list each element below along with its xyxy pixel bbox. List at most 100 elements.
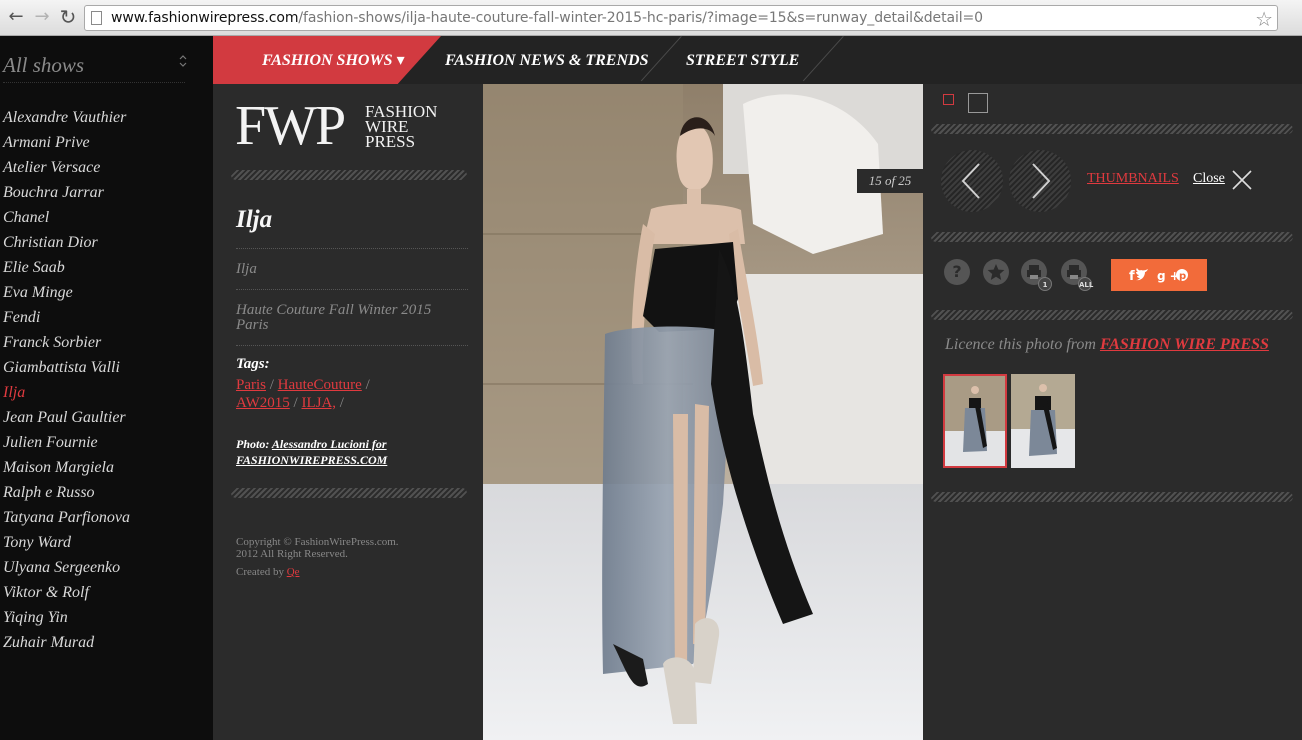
logo-line: PRESS	[365, 132, 416, 151]
url-path: /fashion-shows/ilja-haute-couture-fall-w…	[298, 10, 983, 26]
show-title: Ilja	[236, 206, 273, 233]
city-line: Paris	[236, 317, 269, 333]
select-arrows-icon	[179, 54, 187, 70]
designer-link[interactable]: Yiqing Yin	[3, 606, 130, 631]
tag-link[interactable]: ILJA,	[301, 395, 336, 411]
close-icon[interactable]	[1231, 169, 1253, 191]
created-by-label: Created by	[236, 566, 284, 578]
previous-image-button[interactable]	[941, 150, 1003, 212]
thumbnails-link[interactable]: THUMBNAILS	[1087, 171, 1179, 187]
designer-link[interactable]: Armani Prive	[3, 131, 130, 156]
shows-sidebar: All shows Alexandre Vauthier Armani Prive…	[0, 36, 213, 740]
print-all-badge: ALL	[1078, 277, 1093, 291]
tags-label: Tags:	[236, 356, 270, 372]
nav-fashion-shows[interactable]: FASHION SHOWS ▾	[262, 36, 405, 84]
designer-link[interactable]: Viktor & Rolf	[3, 581, 130, 606]
photographer-link[interactable]: Alessandro Lucioni for	[272, 437, 387, 451]
print-all-icon[interactable]: ALL	[1061, 259, 1093, 291]
thumbnail-image	[945, 376, 1005, 466]
browser-toolbar: ← → ↻ www.fashionwirepress.com/fashion-s…	[0, 0, 1302, 36]
designer-link[interactable]: Franck Sorbier	[3, 331, 130, 356]
season-line: Haute Couture Fall Winter 2015	[236, 302, 432, 318]
designer-link[interactable]: Tatyana Parfionova	[3, 506, 130, 531]
bookmark-star-icon[interactable]: ☆	[1255, 7, 1273, 31]
hatch-divider	[931, 124, 1293, 134]
thumbnail-image	[1011, 374, 1075, 468]
designer-link[interactable]: Fendi	[3, 306, 130, 331]
designer-link[interactable]: Maison Margiela	[3, 456, 130, 481]
dotted-divider	[236, 345, 468, 346]
designer-link[interactable]: Christian Dior	[3, 231, 130, 256]
designer-link[interactable]: Ilja	[3, 381, 130, 406]
nav-divider	[802, 36, 844, 82]
dotted-divider	[236, 289, 468, 290]
designer-link[interactable]: Tony Ward	[3, 531, 130, 556]
image-counter: 15 of 25	[857, 169, 923, 193]
nav-street-style[interactable]: STREET STYLE	[686, 36, 799, 84]
designer-link[interactable]: Atelier Versace	[3, 156, 130, 181]
large-view-toggle[interactable]	[968, 93, 988, 113]
logo-mark: FWP	[235, 95, 346, 157]
next-image-button[interactable]	[1009, 150, 1071, 212]
page-icon	[91, 11, 102, 25]
all-shows-select[interactable]: All shows	[3, 53, 187, 83]
social-share-button[interactable]: f g+ p	[1111, 259, 1207, 291]
back-button[interactable]: ←	[6, 7, 26, 27]
creator-link[interactable]: Qe	[287, 566, 300, 578]
favorite-star-icon[interactable]	[983, 259, 1009, 285]
designer-list: Alexandre Vauthier Armani Prive Atelier Ve…	[3, 106, 130, 656]
help-icon[interactable]: ?	[944, 259, 970, 285]
licence-label: Licence this photo from	[945, 336, 1096, 353]
tag-link[interactable]: AW2015	[236, 395, 290, 411]
designer-link[interactable]: Ralph e Russo	[3, 481, 130, 506]
created-by: Created by Qe	[236, 566, 300, 578]
designer-link[interactable]: Julien Fournie	[3, 431, 130, 456]
copyright-line: Copyright © FashionWirePress.com.	[236, 536, 399, 548]
photo-credit: Photo: Alessandro Lucioni for FASHIONWIR…	[236, 436, 471, 468]
copyright-line: 2012 All Right Reserved.	[236, 548, 348, 560]
designer-link[interactable]: Zuhair Murad	[3, 631, 130, 656]
designer-link[interactable]: Giambattista Valli	[3, 356, 130, 381]
logo-text: FASHION WIRE PRESS	[365, 103, 455, 151]
designer-link[interactable]: Elie Saab	[3, 256, 130, 281]
print-one-icon[interactable]: 1	[1021, 259, 1052, 291]
address-bar[interactable]: www.fashionwirepress.com/fashion-shows/i…	[84, 5, 1278, 31]
designer-name: Ilja	[236, 261, 257, 277]
designer-link[interactable]: Ulyana Sergeenko	[3, 556, 130, 581]
licence-link[interactable]: FASHION WIRE PRESS	[1100, 336, 1269, 353]
photographer-site-link[interactable]: FASHIONWIREPRESS.COM	[236, 453, 387, 467]
hatch-divider	[231, 488, 467, 498]
reload-button[interactable]: ↻	[58, 7, 78, 27]
designer-link[interactable]: Alexandre Vauthier	[3, 106, 130, 131]
dotted-divider	[236, 248, 468, 249]
url-text: www.fashionwirepress.com/fashion-shows/i…	[111, 10, 983, 26]
thumbnail-selected[interactable]	[943, 374, 1007, 468]
hatch-divider	[931, 232, 1293, 242]
tag-separator: /	[365, 377, 370, 393]
small-view-toggle[interactable]	[943, 94, 954, 105]
designer-link[interactable]: Jean Paul Gaultier	[3, 406, 130, 431]
forward-button[interactable]: →	[32, 7, 52, 27]
close-link[interactable]: Close	[1193, 171, 1225, 187]
copyright: Copyright © FashionWirePress.com. 2012 A…	[236, 536, 466, 560]
url-host: www.fashionwirepress.com	[111, 10, 299, 26]
tag-separator: /	[339, 395, 344, 411]
thumbnail[interactable]	[1011, 374, 1075, 468]
tag-list: Paris / HauteCouture / AW2015 / ILJA, /	[236, 376, 471, 412]
hatch-divider	[231, 170, 467, 180]
designer-link[interactable]: Chanel	[3, 206, 130, 231]
designer-link[interactable]: Eva Minge	[3, 281, 130, 306]
designer-link[interactable]: Bouchra Jarrar	[3, 181, 130, 206]
hatch-divider	[931, 492, 1293, 502]
fwp-logo[interactable]: FWP FASHION WIRE PRESS	[235, 95, 437, 157]
print-one-badge: 1	[1038, 277, 1052, 291]
nav-fashion-news-trends[interactable]: FASHION NEWS & TRENDS	[445, 36, 648, 84]
chevron-right-icon	[1032, 163, 1051, 199]
licence-text: Licence this photo from FASHION WIRE PRE…	[945, 336, 1269, 354]
photo-label: Photo:	[236, 437, 270, 451]
chevron-left-icon	[961, 163, 980, 199]
tag-link[interactable]: HauteCouture	[278, 377, 362, 393]
tag-link[interactable]: Paris	[236, 377, 266, 393]
tag-separator: /	[293, 395, 298, 411]
tag-separator: /	[269, 377, 274, 393]
